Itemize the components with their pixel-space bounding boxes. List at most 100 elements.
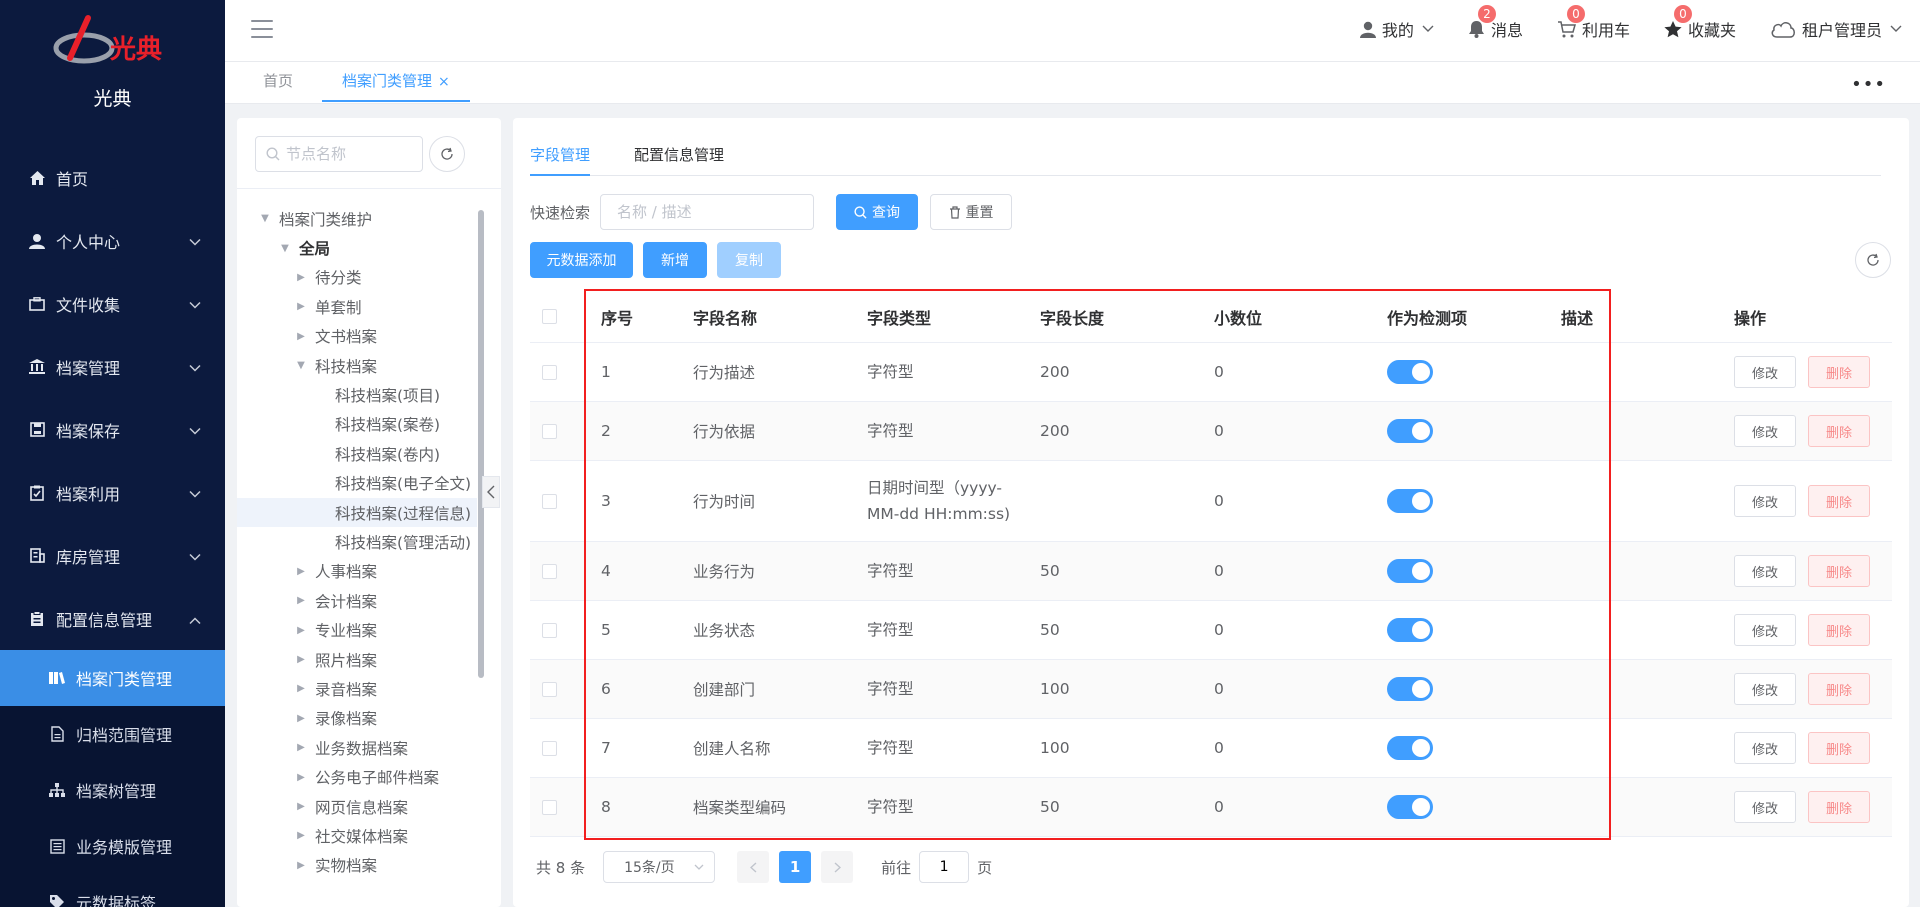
sidebar-item-home[interactable]: 首页 <box>0 146 225 209</box>
detection-toggle[interactable] <box>1387 660 1433 718</box>
sidebar-item-utilize[interactable]: 档案利用 <box>0 461 225 524</box>
caret-right-icon[interactable]: ▶ <box>295 301 307 312</box>
sidebar-item-collect[interactable]: 文件收集 <box>0 272 225 335</box>
row-checkbox[interactable] <box>542 461 557 541</box>
caret-right-icon[interactable]: ▶ <box>295 772 307 783</box>
row-checkbox[interactable] <box>542 601 557 659</box>
edit-button[interactable]: 修改 <box>1734 673 1796 705</box>
row-checkbox[interactable] <box>542 719 557 777</box>
detection-toggle[interactable] <box>1387 778 1433 836</box>
sidebar-subitem-template[interactable]: 业务模版管理 <box>0 818 225 874</box>
tree-node[interactable]: ▶ 单套制 <box>237 292 477 321</box>
sidebar-item-personal[interactable]: 个人中心 <box>0 209 225 272</box>
sidebar-item-config[interactable]: 配置信息管理 <box>0 587 225 650</box>
tree-node[interactable]: ▶ 公务电子邮件档案 <box>237 762 477 791</box>
delete-button[interactable]: 删除 <box>1808 415 1870 447</box>
reset-button[interactable]: 重置 <box>930 194 1013 230</box>
tree-scrollbar[interactable] <box>478 210 484 678</box>
caret-down-icon[interactable]: ▼ <box>279 243 291 254</box>
delete-button[interactable]: 删除 <box>1808 614 1870 646</box>
close-icon[interactable]: × <box>438 74 450 90</box>
caret-right-icon[interactable]: ▶ <box>295 713 307 724</box>
caret-down-icon[interactable]: ▼ <box>295 360 307 371</box>
tab-config-management[interactable]: 配置信息管理 <box>634 136 724 176</box>
caret-right-icon[interactable]: ▶ <box>295 683 307 694</box>
caret-right-icon[interactable]: ▶ <box>295 595 307 606</box>
detection-toggle[interactable] <box>1387 542 1433 600</box>
edit-button[interactable]: 修改 <box>1734 415 1796 447</box>
tree-node[interactable]: ▶ 业务数据档案 <box>237 733 477 762</box>
caret-right-icon[interactable]: ▶ <box>295 625 307 636</box>
row-checkbox[interactable] <box>542 402 557 460</box>
copy-button[interactable]: 复制 <box>717 242 781 278</box>
cart-button[interactable]: 0 利用车 <box>1557 5 1630 41</box>
tree-node[interactable]: ▶ 文书档案 <box>237 322 477 351</box>
delete-button[interactable]: 删除 <box>1808 485 1870 517</box>
row-checkbox[interactable] <box>542 542 557 600</box>
page-number-current[interactable]: 1 <box>779 851 812 883</box>
sidebar-subitem-scope[interactable]: 归档范围管理 <box>0 706 225 762</box>
detection-toggle[interactable] <box>1387 601 1433 659</box>
caret-right-icon[interactable]: ▶ <box>295 742 307 753</box>
tab-home[interactable]: 首页 <box>263 62 293 102</box>
sidebar-item-preserve[interactable]: 档案保存 <box>0 398 225 461</box>
tree-node[interactable]: 科技档案(案卷) <box>237 410 477 439</box>
sidebar-item-warehouse[interactable]: 库房管理 <box>0 524 225 587</box>
caret-right-icon[interactable]: ▶ <box>295 830 307 841</box>
tree-node[interactable]: ▶ 人事档案 <box>237 557 477 586</box>
collapse-panel-handle[interactable] <box>482 476 500 508</box>
tree-node[interactable]: 科技档案(过程信息) <box>237 497 477 528</box>
tree-node[interactable]: ▼ 科技档案 <box>237 351 477 380</box>
select-all-checkbox[interactable] <box>542 291 557 342</box>
tab-field-management[interactable]: 字段管理 <box>530 136 591 176</box>
tree-refresh-button[interactable] <box>429 136 465 172</box>
my-menu[interactable]: 我的 <box>1359 17 1434 41</box>
detection-toggle[interactable] <box>1387 402 1433 460</box>
edit-button[interactable]: 修改 <box>1734 555 1796 587</box>
edit-button[interactable]: 修改 <box>1734 485 1796 517</box>
tree-node[interactable]: ▼ 档案门类维护 <box>237 204 477 233</box>
caret-right-icon[interactable]: ▶ <box>295 331 307 342</box>
tree-node[interactable]: 科技档案(项目) <box>237 380 477 409</box>
add-button[interactable]: 新增 <box>643 242 707 278</box>
menu-toggle-icon[interactable] <box>251 20 273 38</box>
prev-page-button[interactable] <box>737 851 770 883</box>
delete-button[interactable]: 删除 <box>1808 555 1870 587</box>
messages-button[interactable]: 2 消息 <box>1468 5 1523 41</box>
caret-down-icon[interactable]: ▼ <box>259 213 271 224</box>
user-menu[interactable]: 租户管理员 <box>1770 17 1902 41</box>
delete-button[interactable]: 删除 <box>1808 791 1870 823</box>
sidebar-subitem-metadata-tags[interactable]: 元数据标签 <box>0 874 225 907</box>
row-checkbox[interactable] <box>542 778 557 836</box>
tree-node[interactable]: 科技档案(卷内) <box>237 439 477 468</box>
metadata-add-button[interactable]: 元数据添加 <box>530 242 633 278</box>
delete-button[interactable]: 删除 <box>1808 673 1870 705</box>
sidebar-subitem-tree[interactable]: 档案树管理 <box>0 762 225 818</box>
row-checkbox[interactable] <box>542 660 557 718</box>
goto-page-input[interactable] <box>919 851 970 883</box>
detection-toggle[interactable] <box>1387 461 1433 541</box>
caret-right-icon[interactable]: ▶ <box>295 272 307 283</box>
edit-button[interactable]: 修改 <box>1734 356 1796 388</box>
tree-node[interactable]: 科技档案(管理活动) <box>237 527 477 556</box>
delete-button[interactable]: 删除 <box>1808 732 1870 764</box>
query-button[interactable]: 查询 <box>836 194 919 230</box>
sidebar-item-archive[interactable]: 档案管理 <box>0 335 225 398</box>
detection-toggle[interactable] <box>1387 343 1433 401</box>
search-input[interactable] <box>600 194 815 230</box>
detection-toggle[interactable] <box>1387 719 1433 777</box>
tab-category-management[interactable]: 档案门类管理 × <box>322 62 470 102</box>
caret-right-icon[interactable]: ▶ <box>295 654 307 665</box>
table-refresh-button[interactable] <box>1855 242 1891 278</box>
favorites-button[interactable]: 0 收藏夹 <box>1664 5 1736 41</box>
edit-button[interactable]: 修改 <box>1734 732 1796 764</box>
tree-node[interactable]: ▶ 社交媒体档案 <box>237 821 477 850</box>
next-page-button[interactable] <box>821 851 854 883</box>
edit-button[interactable]: 修改 <box>1734 614 1796 646</box>
tree-node[interactable]: ▶ 录像档案 <box>237 704 477 733</box>
tree-node[interactable]: ▶ 会计档案 <box>237 586 477 615</box>
tree-node[interactable]: ▼ 全局 <box>237 233 477 262</box>
tree-node[interactable]: ▶ 专业档案 <box>237 615 477 644</box>
sidebar-subitem-category[interactable]: 档案门类管理 <box>0 650 225 706</box>
tree-node[interactable]: ▶ 待分类 <box>237 263 477 292</box>
